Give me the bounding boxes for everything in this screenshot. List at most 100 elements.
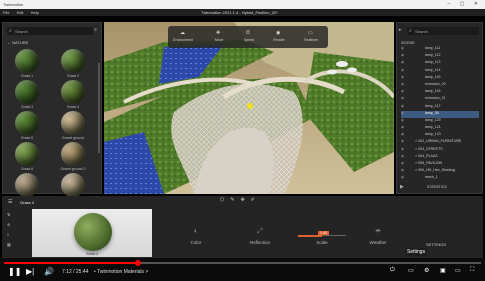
video-progress-bar[interactable] (4, 260, 481, 266)
miniplayer-icon[interactable]: ▣ (440, 267, 446, 274)
library-menu-icon[interactable]: ≡ (94, 27, 97, 33)
scene-tree-item-label: lamp_111 (425, 46, 441, 50)
scene-tree-item[interactable]: ◉ lamp_117 (401, 104, 479, 111)
toolbar-render[interactable]: ◉ Render (264, 30, 294, 42)
scene-tree-item[interactable]: ◉ lamp_115 (401, 75, 479, 82)
visibility-icon[interactable]: ◉ (401, 118, 404, 122)
library-scrollbar[interactable] (98, 63, 100, 153)
tab-color[interactable]: Color (176, 240, 216, 245)
next-icon[interactable]: ▶| (26, 267, 34, 276)
tab-reflection[interactable]: Reflection (240, 240, 280, 245)
visibility-icon[interactable]: ◉ (401, 132, 404, 136)
toolbar-realtime[interactable]: ▭ Realtime (296, 30, 326, 42)
material-swatch[interactable]: Grass 4 (53, 80, 93, 109)
visibility-icon[interactable]: ◉ (401, 111, 404, 115)
toolbar-speed-label: Speed (243, 38, 255, 42)
material-swatch[interactable]: Grass 3 (7, 80, 47, 109)
material-swatch[interactable]: Gravel ground (53, 111, 93, 140)
tab-scale[interactable]: Scale (302, 240, 342, 245)
material-swatch[interactable]: Grass 6 (7, 142, 47, 171)
video-progress-knob[interactable] (134, 260, 141, 266)
paint-icon[interactable]: ✎ (230, 197, 240, 203)
scene-tree-item[interactable]: ◉ > 005_PAVILION (401, 161, 479, 168)
visibility-icon[interactable]: ◉ (401, 147, 404, 151)
material-swatch[interactable]: Grass 2 (53, 49, 93, 78)
color-icon: ◐ (193, 228, 199, 235)
zoom-icon[interactable]: ⊕ (7, 220, 19, 230)
toolbar-environment[interactable]: ☁ Environment (168, 30, 198, 42)
scene-search-input[interactable]: ⌕ Search (407, 27, 479, 35)
fullscreen-icon[interactable]: ⛶ (470, 267, 474, 274)
filter-icon[interactable]: ≡ (7, 230, 19, 240)
scene-tree-item[interactable]: ◉ lamp_111 (401, 46, 479, 53)
scene-tree-item[interactable]: ◉ > 004_PLAZA (401, 154, 479, 161)
library-breadcrumb[interactable]: ← NATURE (7, 40, 28, 45)
video-chapter[interactable]: • Twinmotion Materials > (94, 269, 148, 275)
toolbar-move[interactable]: ✥ Move (204, 30, 234, 42)
visibility-icon[interactable]: ◉ (401, 139, 404, 143)
theater-icon[interactable]: ▭ (455, 267, 461, 274)
library-search-input[interactable]: ⌕ Search (7, 27, 93, 35)
pick-icon[interactable]: ⬡ (220, 197, 230, 203)
visibility-icon[interactable]: ◉ (401, 75, 404, 79)
scene-tree-item[interactable]: ◉ lamp_114 (401, 68, 479, 75)
material-swatch[interactable]: Grass 5 (7, 111, 47, 140)
scene-tree-item[interactable]: ◉ > 002_URBAN_FURNITURE (401, 139, 479, 146)
collapse-icon[interactable]: ▸ (399, 27, 402, 33)
scene-tree-item[interactable]: ◉ extrusion_21 (401, 96, 479, 103)
scene-search-placeholder: Search (415, 29, 428, 34)
statistics-button[interactable]: STATISTICS (427, 185, 447, 189)
material-preview-sphere (74, 213, 112, 251)
pause-icon[interactable]: ❚❚ (8, 267, 21, 276)
material-swatch[interactable]: Grass 1 (7, 49, 47, 78)
scene-tree-item[interactable]: ◉ lamp_123 (401, 132, 479, 139)
scene-tree-item[interactable]: ◉ mesh_1 (401, 175, 479, 182)
settings-button[interactable]: SETTINGS (426, 242, 446, 247)
visibility-icon[interactable]: ◉ (401, 161, 404, 165)
settings-icon[interactable]: ⚙ (424, 267, 429, 274)
visibility-icon[interactable]: ◉ (401, 89, 404, 93)
material-swatch[interactable]: Gravel ground 2 (53, 142, 93, 171)
scene-tree-item[interactable]: ◉ > 000_HH_Hex_Shading (401, 168, 479, 175)
visibility-icon[interactable]: ◉ (401, 82, 404, 86)
scene-tree-item[interactable]: ◉ extrusion_20 (401, 82, 479, 89)
scene-tree-item[interactable]: ◉ lamp_30 (401, 110, 479, 118)
material-preview[interactable]: Grass 4 (32, 209, 152, 257)
sort-icon[interactable]: ⇅ (7, 210, 19, 220)
scene-tree-item-label: extrusion_20 (425, 81, 446, 86)
video-player-controls: ❚❚ ▶| 🔊 7:12 / 25:44 • Twinmotion Materi… (0, 258, 485, 281)
play-icon[interactable]: ▶ (400, 184, 404, 190)
visibility-icon[interactable]: ◉ (401, 125, 404, 129)
scene-tree-item[interactable]: ◉ lamp_113 (401, 60, 479, 67)
menu-icon[interactable]: ☰ (8, 199, 12, 205)
scene-tree-item[interactable]: ◉ lamp_121 (401, 125, 479, 132)
tab-weather[interactable]: Weather (358, 240, 398, 245)
visibility-icon[interactable]: ◉ (401, 96, 404, 100)
toolbar-speed[interactable]: ⏱ Speed (234, 30, 264, 42)
visibility-icon[interactable]: ◉ (401, 60, 404, 64)
visibility-icon[interactable]: ◉ (401, 168, 404, 172)
visibility-icon[interactable]: ◉ (401, 53, 404, 57)
scale-slider[interactable]: 1.00 (298, 231, 346, 237)
visibility-icon[interactable]: ◉ (401, 46, 404, 50)
volume-icon[interactable]: 🔊 (44, 267, 54, 276)
search-icon: ⌕ (409, 28, 412, 34)
visibility-icon[interactable]: ◉ (401, 68, 404, 72)
scene-tree-item-label: lamp_120 (425, 117, 441, 122)
visibility-icon[interactable]: ◉ (401, 154, 404, 158)
scene-tree-item[interactable]: ◉ > 003_STREETS (401, 147, 479, 154)
visibility-icon[interactable]: ◉ (401, 104, 404, 108)
autoplay-icon[interactable]: ⏻ (390, 267, 395, 274)
edit-icon[interactable]: ✐ (251, 197, 261, 203)
visibility-icon[interactable]: ◉ (401, 175, 404, 179)
grid-icon[interactable]: ▦ (7, 240, 19, 250)
scene-tree-item[interactable]: ◉ lamp_116 (401, 89, 479, 96)
captions-icon[interactable]: ▭ (408, 267, 414, 274)
window-controls[interactable]: – ▢ ✕ (448, 1, 482, 7)
3d-viewport[interactable]: ☁ Environment ✥ Move ⏱ Speed ◉ Render ▭ Realt… (104, 22, 394, 194)
scene-tree-item[interactable]: ◉ lamp_120 (401, 118, 479, 125)
scene-tree-item[interactable]: ◉ lamp_112 (401, 53, 479, 60)
material-swatch-label: Grass 4 (66, 105, 80, 109)
move-tool-icon[interactable]: ✥ (241, 197, 251, 203)
toolbar-environment-label: Environment (173, 38, 193, 42)
